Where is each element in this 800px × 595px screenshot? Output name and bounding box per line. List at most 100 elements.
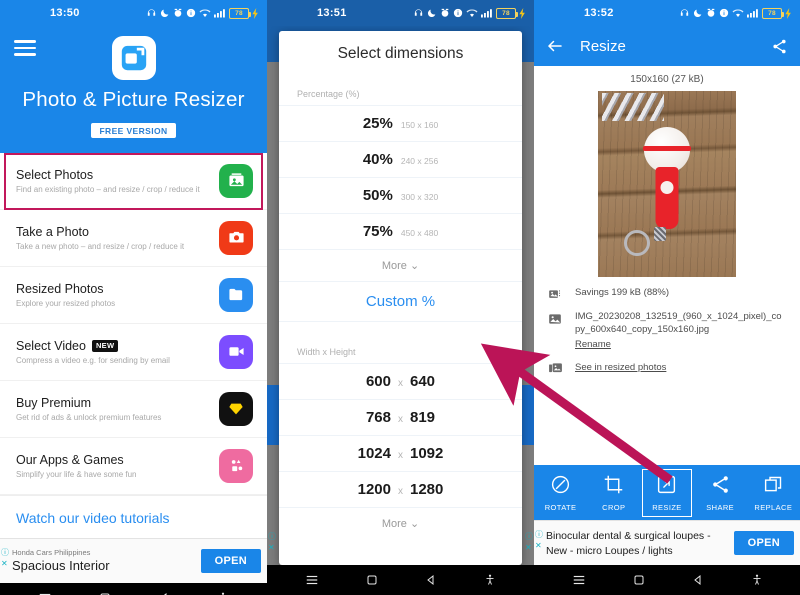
ad-banner-1[interactable]: ⓘ ✕ Honda Cars Philippines Spacious Inter…: [0, 537, 267, 583]
percentage-section-label: Percentage (%): [297, 89, 360, 99]
back-icon[interactable]: [692, 574, 704, 586]
recents-icon[interactable]: [572, 573, 586, 587]
menu-item-subtitle: Simplify your life & have some fun: [16, 469, 137, 479]
ad-banner-3[interactable]: ⓘ ✕ Binocular dental & surgical loupes - …: [534, 520, 800, 565]
home-icon[interactable]: [99, 592, 111, 595]
crochet-handle: [655, 167, 679, 229]
app-logo-glyph: [119, 43, 148, 73]
accessibility-icon[interactable]: [484, 573, 496, 587]
accessibility-icon[interactable]: [751, 573, 763, 587]
resize-app-bar: Resize: [534, 26, 800, 66]
diamond-icon[interactable]: [219, 391, 253, 426]
ad-info-close-icons[interactable]: ⓘ ✕: [525, 531, 533, 553]
wifi-icon: [466, 9, 478, 17]
menu-item-resized-photos[interactable]: Resized Photos Explore your resized phot…: [0, 267, 267, 324]
percentage-option-25[interactable]: 25% 150 x 160: [279, 105, 522, 141]
keyring-ring: [624, 230, 650, 256]
custom-percent-button[interactable]: Custom %: [279, 281, 522, 321]
back-icon[interactable]: [158, 592, 170, 595]
tool-replace[interactable]: REPLACE: [749, 470, 797, 516]
tool-resize[interactable]: RESIZE: [641, 468, 692, 517]
video-tutorials-link[interactable]: Watch our video tutorials: [0, 494, 267, 538]
moon-icon: [427, 9, 436, 18]
percentage-option-40[interactable]: 40% 240 x 256: [279, 141, 522, 177]
dimension-option-768x819[interactable]: 768 x 819: [279, 399, 522, 435]
status-time: 13:51: [317, 7, 347, 19]
gallery-icon[interactable]: [219, 163, 253, 198]
dimension-width: 1200: [357, 481, 391, 498]
dialog-title: Select dimensions: [337, 45, 464, 62]
status-bar-1: 13:50 78: [0, 0, 267, 26]
back-arrow-icon[interactable]: [546, 37, 564, 55]
share-icon: [712, 475, 728, 493]
ad-open-button[interactable]: OPEN: [733, 531, 794, 555]
headphones-icon: [414, 8, 423, 16]
alarm-icon: [441, 8, 449, 17]
menu-item-our-apps-games[interactable]: Our Apps & Games Simplify your life & ha…: [0, 438, 267, 495]
dimensions-more-button[interactable]: More ⌄: [279, 507, 522, 539]
menu-item-subtitle: Find an existing photo – and resize / cr…: [16, 184, 200, 194]
percentage-option-50[interactable]: 50% 300 x 320: [279, 177, 522, 213]
ad-info-close-icons[interactable]: ⓘ ✕: [535, 529, 543, 551]
headphones-icon: [680, 8, 689, 16]
dimension-option-1024x1092[interactable]: 1024 x 1092: [279, 435, 522, 471]
share-icon[interactable]: [771, 38, 788, 55]
screenshot-stage: 13:50 78 Photo & Picture Resizer FREE VE…: [0, 0, 800, 595]
percentage-value: 75%: [362, 223, 393, 240]
menu-item-buy-premium[interactable]: Buy Premium Get rid of ads & unlock prem…: [0, 381, 267, 438]
status-icons: 78: [146, 7, 259, 19]
home-icon[interactable]: [633, 574, 645, 586]
home-icon[interactable]: [366, 574, 378, 586]
new-badge: NEW: [91, 339, 119, 352]
rename-link[interactable]: Rename: [575, 339, 611, 352]
percentage-dimensions: 150 x 160: [400, 120, 439, 130]
video-camera-icon[interactable]: [219, 334, 253, 369]
chevron-down-icon: ⌄: [409, 260, 420, 272]
tool-share[interactable]: SHARE: [696, 470, 744, 516]
page-title: Photo & Picture Resizer: [22, 88, 245, 111]
hamburger-icon[interactable]: [14, 36, 36, 60]
savings-text: Savings 199 kB (88%): [575, 287, 669, 298]
dimension-option-1200x1280[interactable]: 1200 x 1280: [279, 471, 522, 507]
back-icon[interactable]: [425, 574, 437, 586]
select-dimensions-dialog: Select dimensions Percentage (%) 25% 150…: [279, 31, 522, 565]
dialog-divider: [279, 321, 522, 347]
accessibility-icon[interactable]: [217, 591, 229, 595]
menu-item-take-a-photo[interactable]: Take a Photo Take a new photo – and resi…: [0, 210, 267, 267]
tool-rotate[interactable]: ROTATE: [537, 470, 585, 516]
scrim-accent-left: [267, 385, 279, 445]
screen-title: Resize: [580, 37, 626, 55]
ad-open-button[interactable]: OPEN: [200, 548, 261, 573]
scrim-accent-right: [522, 385, 534, 445]
signal-icon: [747, 9, 758, 18]
dimension-height: 640: [410, 373, 436, 390]
percentage-dimensions: 240 x 256: [400, 156, 439, 166]
more-label: More: [381, 260, 407, 272]
status-time: 13:50: [50, 7, 80, 19]
recents-icon[interactable]: [38, 591, 52, 595]
free-version-badge: FREE VERSION: [91, 123, 176, 138]
camera-icon[interactable]: [219, 220, 253, 255]
percentage-more-button[interactable]: More ⌄: [279, 249, 522, 281]
resize-icon: [658, 475, 676, 493]
dimension-separator: x: [398, 486, 403, 497]
recents-icon[interactable]: [305, 573, 319, 587]
battery-icon: 78: [762, 7, 784, 19]
see-in-resized-photos-link[interactable]: See in resized photos: [575, 362, 666, 375]
ad-info-close-icons[interactable]: ⓘ ✕: [1, 547, 9, 569]
dimension-height: 819: [410, 409, 436, 426]
menu-item-select-photos[interactable]: Select Photos Find an existing photo – a…: [0, 153, 267, 210]
menu-item-select-video[interactable]: Select Video NEW Compress a video e.g. f…: [0, 324, 267, 381]
tool-crop[interactable]: CROP: [590, 470, 638, 516]
dimension-option-600x640[interactable]: 600 x 640: [279, 363, 522, 399]
edit-toolbar: ROTATE CROP RESIZE SHARE REPLACE: [534, 465, 800, 520]
ad-info-close-icons[interactable]: ⓘ ✕: [268, 531, 276, 553]
folder-icon[interactable]: [219, 277, 253, 312]
menu-item-title: Select Video: [16, 338, 86, 353]
apps-games-icon[interactable]: [219, 448, 253, 483]
info-row-see-in-resized: See in resized photos: [546, 360, 786, 375]
percentage-option-75[interactable]: 75% 450 x 480: [279, 213, 522, 249]
resized-image-preview[interactable]: [598, 91, 736, 277]
ad-headline: Binocular dental & surgical loupes - New…: [546, 530, 711, 557]
tool-label: REPLACE: [754, 502, 793, 512]
